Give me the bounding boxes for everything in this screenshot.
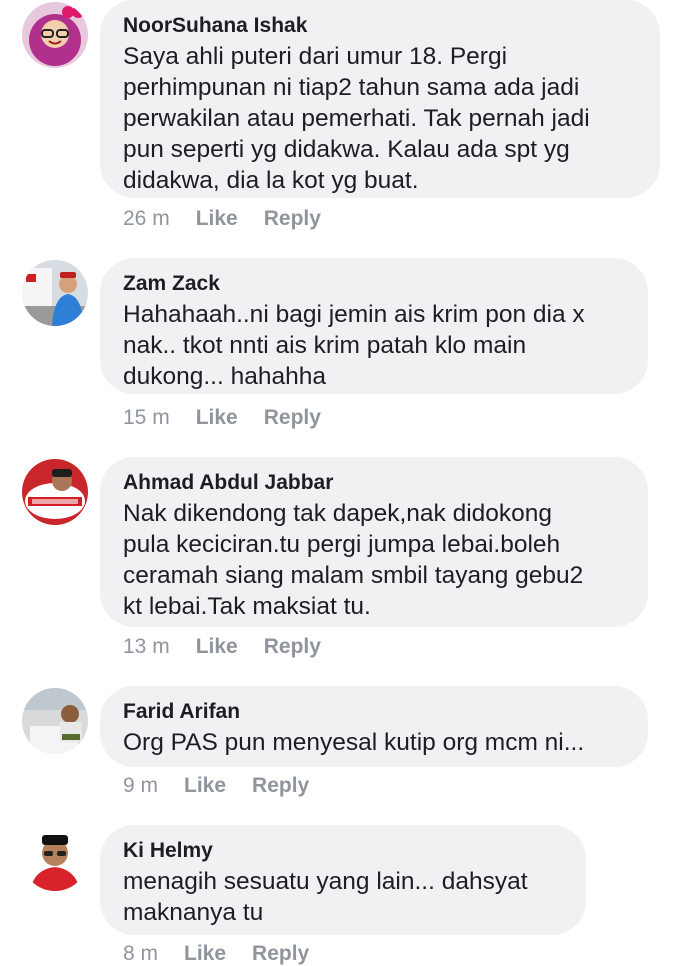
comment-author[interactable]: Zam Zack (123, 271, 624, 297)
avatar[interactable] (22, 825, 88, 891)
avatar-image (22, 260, 88, 326)
avatar-image (22, 459, 88, 525)
comment-bubble: Zam Zack Hahahaah..ni bagi jemin ais kri… (100, 258, 648, 394)
comment-text: Saya ahli puteri dari umur 18. Pergi per… (123, 43, 590, 194)
avatar[interactable] (22, 688, 88, 754)
comment-bubble: NoorSuhana Ishak Saya ahli puteri dari u… (100, 0, 660, 198)
avatar[interactable] (22, 2, 88, 68)
comment-bubble: Ki Helmy menagih sesuatu yang lain... da… (100, 825, 586, 935)
like-button[interactable]: Like (196, 207, 238, 230)
comment-actions: 26 m Like Reply (123, 207, 347, 231)
comment-text: Hahahaah..ni bagi jemin ais krim pon dia… (123, 301, 585, 390)
like-button[interactable]: Like (184, 774, 226, 797)
comment-author[interactable]: Farid Arifan (123, 699, 624, 725)
reply-button[interactable]: Reply (252, 774, 309, 797)
comment-text: Nak dikendong tak dapek,nak didokong pul… (123, 500, 584, 620)
reply-button[interactable]: Reply (264, 635, 321, 658)
comment-bubble: Farid Arifan Org PAS pun menyesal kutip … (100, 686, 648, 767)
comment-time[interactable]: 13 m (123, 635, 170, 658)
avatar[interactable] (22, 260, 88, 326)
comment-text: Org PAS pun menyesal kutip org mcm ni... (123, 729, 585, 756)
comment-text: menagih sesuatu yang lain... dahsyat mak… (123, 868, 528, 926)
reply-button[interactable]: Reply (252, 942, 309, 965)
comment-bubble: Ahmad Abdul Jabbar Nak dikendong tak dap… (100, 457, 648, 627)
comment-time[interactable]: 15 m (123, 406, 170, 429)
avatar-image (22, 688, 88, 754)
avatar-image (22, 2, 88, 68)
comment-actions: 13 m Like Reply (123, 635, 347, 659)
comment-actions: 8 m Like Reply (123, 942, 335, 966)
avatar[interactable] (22, 459, 88, 525)
like-button[interactable]: Like (184, 942, 226, 965)
like-button[interactable]: Like (196, 406, 238, 429)
like-button[interactable]: Like (196, 635, 238, 658)
comment-author[interactable]: NoorSuhana Ishak (123, 13, 636, 39)
avatar-image (22, 825, 88, 891)
comment-author[interactable]: Ki Helmy (123, 838, 562, 864)
comment-time[interactable]: 9 m (123, 774, 158, 797)
comment-actions: 15 m Like Reply (123, 406, 347, 430)
comment-time[interactable]: 26 m (123, 207, 170, 230)
reply-button[interactable]: Reply (264, 406, 321, 429)
comment-actions: 9 m Like Reply (123, 774, 335, 798)
reply-button[interactable]: Reply (264, 207, 321, 230)
comment-author[interactable]: Ahmad Abdul Jabbar (123, 470, 624, 496)
comment-time[interactable]: 8 m (123, 942, 158, 965)
